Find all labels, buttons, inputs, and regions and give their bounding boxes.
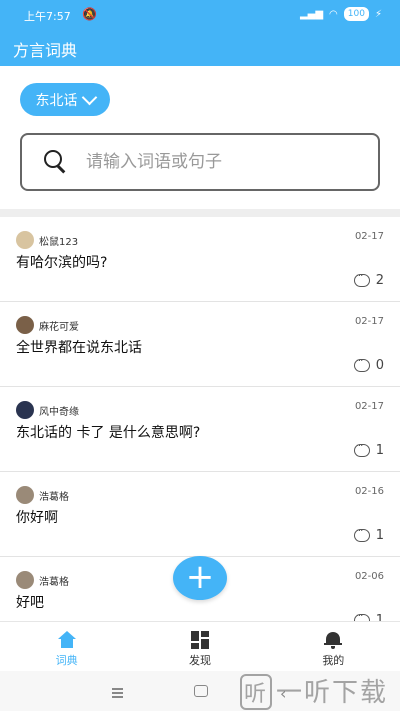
post-date: 02-17 bbox=[354, 401, 384, 412]
comment-count-value: 2 bbox=[375, 273, 384, 288]
post-username: 麻花可爱 bbox=[39, 322, 79, 333]
grid-icon bbox=[190, 631, 210, 649]
comment-icon bbox=[353, 356, 370, 372]
avatar bbox=[16, 486, 34, 504]
app-title: 方言词典 bbox=[13, 41, 78, 60]
post-date: 02-06 bbox=[354, 571, 384, 582]
post-text: 好吧 bbox=[16, 595, 44, 611]
post-username: 松鼠123 bbox=[39, 237, 79, 248]
wifi-icon: ◠ bbox=[329, 8, 338, 20]
app-bar: 方言词典 bbox=[0, 30, 400, 66]
dialect-label: 东北话 bbox=[35, 92, 78, 109]
nav-label: 我的 bbox=[322, 654, 345, 667]
watermark: 听一听下载 bbox=[240, 672, 388, 710]
search-input[interactable] bbox=[84, 151, 348, 173]
watermark-text: 一听下载 bbox=[276, 678, 389, 708]
comment-icon bbox=[353, 271, 370, 287]
status-time: 上午7:57 bbox=[24, 10, 71, 23]
post-username: 风中奇缘 bbox=[39, 407, 79, 418]
add-post-button[interactable]: + bbox=[173, 556, 227, 600]
nav-item-discover[interactable]: 发现 bbox=[133, 622, 266, 672]
post-text: 全世界都在说东北话 bbox=[16, 340, 142, 356]
bell-icon bbox=[323, 631, 343, 649]
post-date: 02-16 bbox=[354, 486, 384, 497]
charging-icon: ⚡ bbox=[374, 8, 382, 20]
search-icon bbox=[44, 150, 68, 174]
recents-button[interactable] bbox=[112, 688, 123, 700]
avatar bbox=[16, 571, 34, 589]
avatar bbox=[16, 401, 34, 419]
comment-count[interactable]: 1 bbox=[353, 526, 384, 543]
plus-icon: + bbox=[185, 557, 215, 597]
status-bar: 上午7:57 🔕 ▂▄▆ ◠ 100 ⚡ bbox=[0, 0, 400, 30]
comment-count-value: 1 bbox=[375, 528, 384, 543]
comment-icon bbox=[353, 526, 370, 542]
battery-indicator: 100 bbox=[343, 7, 369, 21]
nav-label: 词典 bbox=[55, 654, 78, 667]
dialect-selector[interactable]: 东北话 bbox=[20, 83, 110, 116]
comment-count[interactable]: 2 bbox=[353, 271, 384, 288]
comment-count-value: 1 bbox=[375, 443, 384, 458]
system-home-button[interactable] bbox=[194, 685, 208, 697]
post-username: 浩葛格 bbox=[39, 577, 69, 588]
nav-label: 发现 bbox=[188, 654, 211, 667]
post-text: 有哈尔滨的吗? bbox=[16, 255, 108, 271]
watermark-badge: 听 bbox=[240, 674, 273, 710]
post-text: 东北话的 卡了 是什么意思啊? bbox=[16, 425, 201, 441]
bottom-nav: 词典 发现 我的 bbox=[0, 621, 400, 672]
section-divider bbox=[0, 209, 400, 217]
post-date: 02-17 bbox=[354, 316, 384, 327]
signal-icon: ▂▄▆ bbox=[299, 8, 324, 20]
mute-icon: 🔕 bbox=[82, 7, 97, 21]
comment-count-value: 0 bbox=[375, 358, 384, 373]
nav-item-profile[interactable]: 我的 bbox=[267, 622, 400, 672]
post-date: 02-17 bbox=[354, 231, 384, 242]
post-item[interactable]: 麻花可爱 02-17 全世界都在说东北话 0 bbox=[0, 302, 400, 387]
home-icon bbox=[57, 631, 77, 649]
nav-item-dictionary[interactable]: 词典 bbox=[0, 622, 133, 672]
chevron-down-icon bbox=[81, 89, 97, 105]
post-item[interactable]: 松鼠123 02-17 有哈尔滨的吗? 2 bbox=[0, 217, 400, 302]
post-text: 你好啊 bbox=[16, 510, 58, 526]
comment-icon bbox=[353, 441, 370, 457]
comment-count[interactable]: 0 bbox=[353, 356, 384, 373]
avatar bbox=[16, 231, 34, 249]
post-item[interactable]: 浩葛格 02-16 你好啊 1 bbox=[0, 472, 400, 557]
avatar bbox=[16, 316, 34, 334]
status-indicators: ▂▄▆ ◠ 100 ⚡ bbox=[300, 7, 382, 21]
post-username: 浩葛格 bbox=[39, 492, 69, 503]
search-box[interactable] bbox=[20, 133, 380, 191]
comment-count[interactable]: 1 bbox=[353, 441, 384, 458]
post-item[interactable]: 风中奇缘 02-17 东北话的 卡了 是什么意思啊? 1 bbox=[0, 387, 400, 472]
